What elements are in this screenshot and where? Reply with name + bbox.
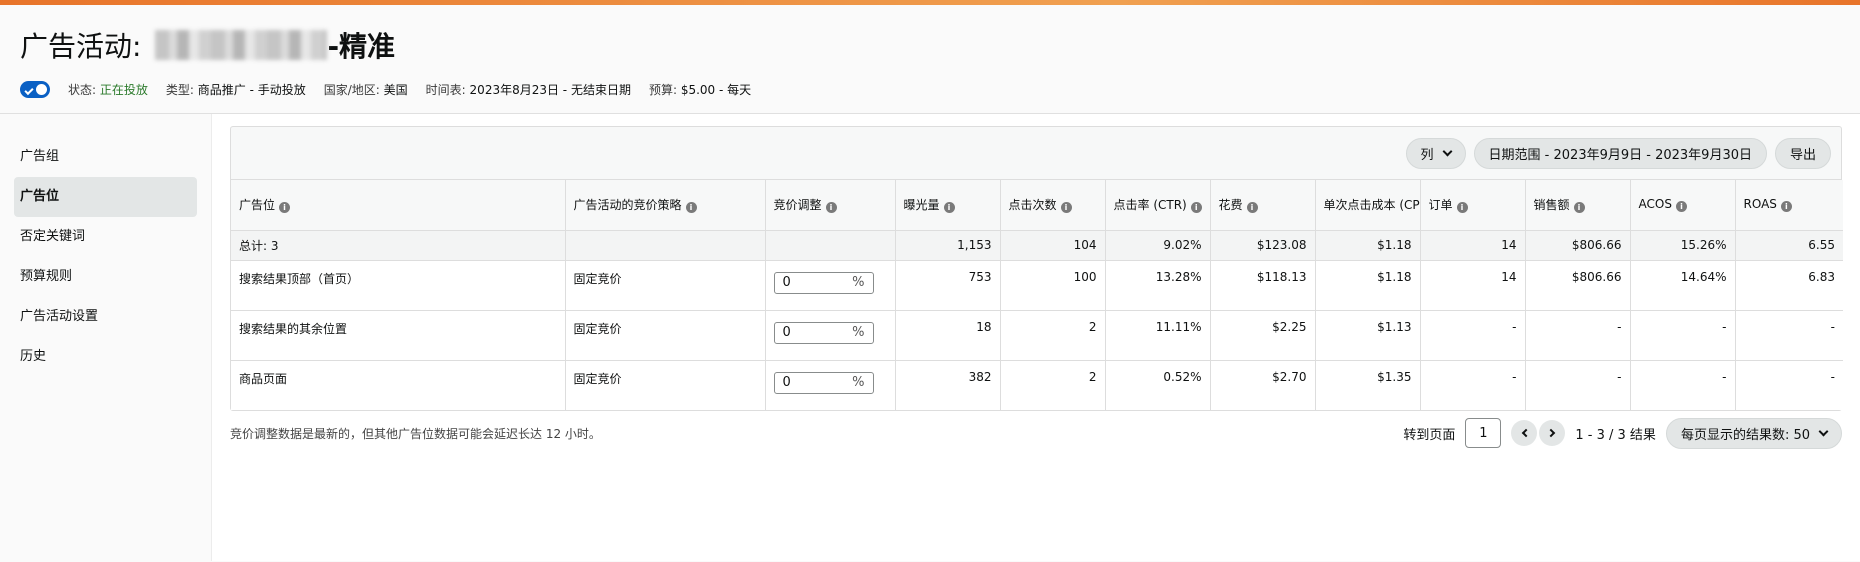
title-prefix: 广告活动: (20, 30, 142, 63)
col-header-impressions[interactable]: 曝光量 i (895, 180, 1001, 231)
pagination: 转到页面 1 1 - 3 / 3 结果 每页显示的结果数: 50 (1403, 417, 1842, 449)
sidebar-item-history[interactable]: 历史 (14, 337, 197, 377)
status-meta: 状态: 正在投放 (68, 83, 148, 97)
export-button[interactable]: 导出 (1774, 137, 1831, 169)
col-header-orders[interactable]: 订单 i (1420, 180, 1526, 231)
table-header-row: 广告位 i 广告活动的竞价策略 i 竞价调整 i 曝光量 i 点击次数 i 点击率 (CT… (231, 180, 1843, 231)
col-header-bid-strategy[interactable]: 广告活动的竞价策略 i (565, 180, 766, 231)
col-header-bid-adjustment[interactable]: 竞价调整 i (765, 180, 896, 231)
sidebar-item-placements[interactable]: 广告位 (14, 177, 197, 217)
page-title: 广告活动: -精准 (20, 25, 1860, 65)
info-icon[interactable]: i (1060, 202, 1072, 214)
placements-card: 列 日期范围 - 2023年9月9日 - 2023年9月30日 导出 广告位 i … (230, 126, 1843, 411)
table-row: 搜索结果顶部（首页） 固定竞价 0% 753 100 13.28% $118.1… (231, 260, 1843, 311)
info-icon[interactable]: i (685, 202, 697, 214)
redacted-campaign-name (155, 30, 328, 60)
table-row: 搜索结果的其余位置 固定竞价 0% 18 2 11.11% $2.25 $1.1… (231, 310, 1843, 361)
campaign-sidebar: 广告组 广告位 否定关键词 预算规则 广告活动设置 历史 (0, 114, 212, 561)
col-header-acos[interactable]: ACOS i (1630, 180, 1736, 231)
budget-value: $5.00 - 每天 (680, 83, 752, 97)
col-header-sales[interactable]: 销售额 i (1525, 180, 1631, 231)
chevron-down-icon (1818, 426, 1829, 436)
info-icon[interactable]: i (1675, 201, 1687, 213)
info-icon[interactable]: i (825, 202, 837, 214)
date-range-button[interactable]: 日期范围 - 2023年9月9日 - 2023年9月30日 (1473, 137, 1767, 169)
col-header-clicks[interactable]: 点击次数 i (1000, 180, 1106, 231)
results-count: 1 - 3 / 3 结果 (1575, 427, 1656, 443)
info-icon[interactable]: i (1246, 202, 1258, 214)
info-icon[interactable]: i (1573, 202, 1585, 214)
bid-adjustment-input[interactable]: 0% (773, 371, 874, 394)
col-header-placement[interactable]: 广告位 i (231, 180, 566, 231)
table-toolbar: 列 日期范围 - 2023年9月9日 - 2023年9月30日 导出 (231, 127, 1841, 180)
placements-table: 广告位 i 广告活动的竞价策略 i 竞价调整 i 曝光量 i 点击次数 i 点击率 (CT… (231, 180, 1843, 410)
goto-page-label: 转到页面 (1403, 427, 1456, 443)
budget-meta: 预算: $5.00 - 每天 (648, 83, 752, 97)
sidebar-item-budget-rules[interactable]: 预算规则 (14, 257, 197, 297)
info-icon[interactable]: i (1456, 202, 1468, 214)
sidebar-item-ad-groups[interactable]: 广告组 (14, 137, 197, 177)
info-icon[interactable]: i (279, 202, 291, 214)
country-meta: 国家/地区: 美国 (323, 83, 408, 97)
chevron-left-icon (1521, 428, 1531, 438)
prev-page-button[interactable] (1511, 420, 1538, 446)
campaign-meta: 状态: 正在投放 类型: 商品推广 - 手动投放 国家/地区: 美国 时间表: … (20, 81, 1860, 98)
table-total-row: 总计: 3 1,153 104 9.02% $123.08 $1.18 14 $… (231, 230, 1843, 261)
type-value: 商品推广 - 手动投放 (197, 83, 306, 97)
col-header-roas[interactable]: ROAS i (1735, 180, 1843, 231)
page-number-input[interactable]: 1 (1465, 418, 1502, 448)
table-row: 商品页面 固定竞价 0% 382 2 0.52% $2.70 $1.35 - -… (231, 360, 1843, 410)
col-header-cpc[interactable]: 单次点击成本 (CPC) (1315, 180, 1421, 231)
bid-adjustment-input[interactable]: 0% (773, 271, 874, 294)
chevron-right-icon (1546, 428, 1556, 438)
info-icon[interactable]: i (1190, 202, 1202, 214)
col-header-ctr[interactable]: 点击率 (CTR) i (1105, 180, 1211, 231)
campaign-status-toggle[interactable] (20, 81, 50, 98)
per-page-select[interactable]: 每页显示的结果数: 50 (1665, 417, 1842, 449)
schedule-meta: 时间表: 2023年8月23日 - 无结束日期 (425, 83, 631, 97)
next-page-button[interactable] (1539, 420, 1566, 446)
campaign-header: 广告活动: -精准 状态: 正在投放 类型: 商品推广 - 手动投放 国家/地区… (0, 5, 1860, 114)
title-suffix: -精准 (327, 30, 396, 63)
info-icon[interactable]: i (1780, 201, 1792, 213)
table-footer: 竞价调整数据是最新的，但其他广告位数据可能会延迟长达 12 小时。 转到页面 1… (230, 417, 1842, 449)
latency-note: 竞价调整数据是最新的，但其他广告位数据可能会延迟长达 12 小时。 (230, 426, 601, 441)
info-icon[interactable]: i (943, 202, 955, 214)
sidebar-item-negative-keywords[interactable]: 否定关键词 (14, 217, 197, 257)
sidebar-item-campaign-settings[interactable]: 广告活动设置 (14, 297, 197, 337)
schedule-value: 2023年8月23日 - 无结束日期 (469, 83, 631, 97)
columns-button[interactable]: 列 (1405, 137, 1466, 169)
type-meta: 类型: 商品推广 - 手动投放 (165, 83, 306, 97)
country-value: 美国 (383, 83, 408, 97)
col-header-spend[interactable]: 花费 i (1210, 180, 1316, 231)
status-value: 正在投放 (99, 83, 148, 97)
bid-adjustment-input[interactable]: 0% (773, 321, 874, 344)
main-content: 列 日期范围 - 2023年9月9日 - 2023年9月30日 导出 广告位 i … (212, 114, 1860, 561)
chevron-down-icon (1442, 146, 1452, 156)
